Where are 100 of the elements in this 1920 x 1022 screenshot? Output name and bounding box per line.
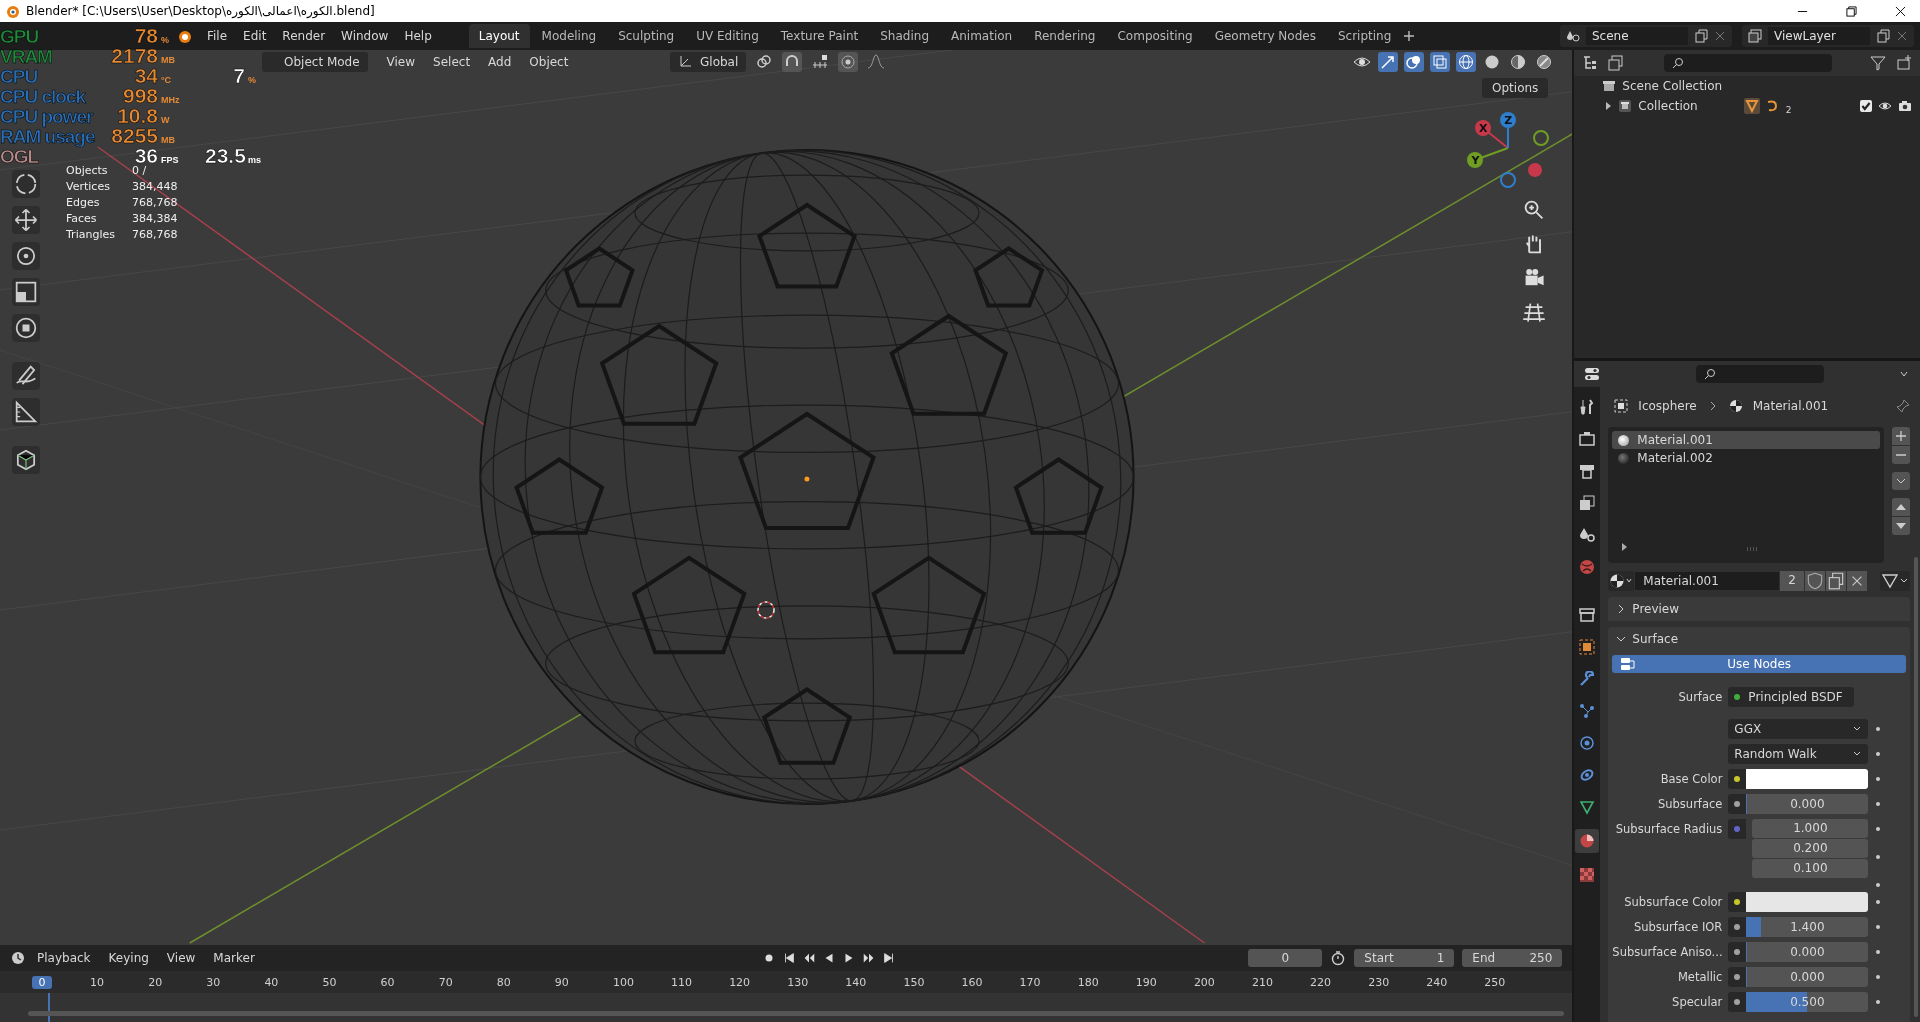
checkbox[interactable]: [1860, 100, 1872, 112]
jump-end-icon[interactable]: [881, 951, 896, 965]
image-stack-icon[interactable]: [1608, 55, 1625, 71]
gizmo-axis[interactable]: Z: [1500, 112, 1517, 128]
add-icon[interactable]: [1892, 427, 1910, 445]
chevron-down-icon[interactable]: [1892, 472, 1910, 490]
menu-item[interactable]: Add: [481, 52, 519, 72]
rotate-icon[interactable]: [12, 242, 40, 270]
scrollbar[interactable]: [1914, 557, 1918, 1017]
pin-icon[interactable]: [1896, 399, 1910, 413]
outliner-item[interactable]: Collection: [1638, 99, 1698, 113]
gizmo-toggle-icon[interactable]: [1378, 52, 1399, 72]
menu-item[interactable]: View: [379, 52, 423, 72]
xray-toggle-icon[interactable]: [1430, 52, 1451, 72]
socket-button[interactable]: [1728, 992, 1747, 1012]
menu-item[interactable]: View: [159, 948, 203, 968]
scrollbar[interactable]: [28, 1011, 1565, 1016]
copy-icon[interactable]: [1826, 571, 1846, 591]
workspace-tab[interactable]: Shading: [870, 24, 939, 48]
minus-icon[interactable]: [1892, 446, 1910, 464]
menu-item[interactable]: Edit: [236, 26, 274, 46]
frame-number[interactable]: 0: [32, 975, 52, 989]
mode-dropdown[interactable]: Object Mode: [262, 52, 368, 72]
socket-button[interactable]: [1728, 942, 1747, 962]
socket-button[interactable]: [1728, 917, 1747, 937]
menu-item[interactable]: Select: [426, 52, 478, 72]
select-circle-icon[interactable]: [12, 170, 40, 198]
user-count[interactable]: 2: [1780, 571, 1804, 591]
move-up-icon[interactable]: [1892, 498, 1910, 516]
keyframe-dot[interactable]: [1876, 975, 1881, 979]
menu-item[interactable]: Object: [522, 52, 576, 72]
keyframe-dot[interactable]: [1876, 855, 1881, 859]
filter-icon[interactable]: [1870, 55, 1886, 71]
keyframe-dot[interactable]: [1876, 950, 1881, 954]
collapsed-arrow-icon[interactable]: [1604, 102, 1613, 110]
menu-item[interactable]: Marker: [206, 948, 262, 968]
move-icon[interactable]: [12, 206, 40, 234]
proportional-icon[interactable]: [838, 52, 858, 72]
cursor-marker[interactable]: [757, 601, 775, 619]
shader-field[interactable]: Principled BSDF: [1728, 687, 1855, 707]
keyframe-dot[interactable]: [1876, 900, 1881, 904]
clock-icon[interactable]: [10, 950, 26, 966]
keyframe-dot[interactable]: [1876, 727, 1881, 731]
number-slider[interactable]: 0.000: [1746, 967, 1869, 987]
number-field[interactable]: 1.000: [1752, 819, 1869, 838]
end-frame-field[interactable]: End 250: [1462, 949, 1563, 967]
workspace-tab[interactable]: Texture Paint: [770, 24, 869, 48]
socket-button[interactable]: [1728, 794, 1747, 814]
menu-item[interactable]: Render: [275, 26, 333, 46]
menu-item[interactable]: File: [200, 26, 235, 46]
number-slider[interactable]: 0.000: [1746, 942, 1869, 962]
pencil-icon[interactable]: [12, 362, 40, 390]
menu-item[interactable]: Window: [334, 26, 396, 46]
scale-icon[interactable]: [12, 278, 40, 306]
square-icon[interactable]: [1577, 637, 1598, 657]
outliner-item[interactable]: Scene Collection: [1622, 79, 1723, 93]
gizmo-axis[interactable]: Y: [1467, 152, 1484, 168]
gizmo-axis-end[interactable]: [1500, 172, 1517, 188]
search-field[interactable]: [1696, 365, 1825, 383]
number-field[interactable]: 0.100: [1752, 859, 1869, 878]
ruler-icon[interactable]: [12, 398, 40, 426]
keyframe-dot[interactable]: [1876, 752, 1881, 756]
gizmo-axis-end[interactable]: [1533, 130, 1550, 146]
dropdown-field[interactable]: Random Walk: [1728, 744, 1869, 764]
mesh-triangle-icon[interactable]: [1743, 98, 1760, 114]
magnet-icon[interactable]: [782, 52, 802, 72]
restore-icon[interactable]: [1846, 5, 1857, 17]
blender-logo-icon[interactable]: [176, 28, 192, 44]
move-down-icon[interactable]: [1892, 517, 1910, 535]
material-slot[interactable]: Material.001: [1612, 431, 1880, 449]
stopwatch-icon[interactable]: [1330, 950, 1347, 966]
workspace-tab[interactable]: Rendering: [1024, 24, 1106, 48]
workspace-tab[interactable]: Animation: [941, 24, 1023, 48]
overlay-toggle-icon[interactable]: [1404, 52, 1425, 72]
camera-icon[interactable]: [1898, 99, 1912, 113]
menu-item[interactable]: Playback: [30, 948, 98, 968]
view-layer-selector[interactable]: ViewLayer: [1742, 25, 1914, 47]
hook-icon[interactable]: [1765, 99, 1780, 113]
tree-view-icon[interactable]: [1582, 55, 1599, 71]
next-keyframe-icon[interactable]: [861, 951, 876, 965]
color-swatch[interactable]: [1746, 769, 1869, 789]
copy-icon[interactable]: [1694, 29, 1708, 43]
keyframe-dot[interactable]: [1876, 883, 1881, 887]
add-icon[interactable]: [1403, 30, 1416, 42]
menu-item[interactable]: Keying: [101, 948, 156, 968]
workspace-tab[interactable]: Layout: [468, 24, 530, 48]
number-slider[interactable]: 1.400: [1746, 917, 1869, 937]
workspace-tab[interactable]: Compositing: [1107, 24, 1203, 48]
panel-header[interactable]: Surface: [1608, 627, 1910, 651]
panel-header[interactable]: Preview: [1608, 597, 1910, 621]
box-icon[interactable]: [1577, 605, 1598, 625]
workspace-tab[interactable]: Geometry Nodes: [1204, 24, 1326, 48]
close-icon[interactable]: [1895, 5, 1906, 17]
keyframe-dot[interactable]: [1876, 777, 1881, 781]
camera-back-icon[interactable]: [1577, 429, 1598, 449]
dropdown-field[interactable]: GGX: [1728, 719, 1869, 739]
use-nodes-button[interactable]: Use Nodes: [1612, 655, 1906, 673]
menu-item[interactable]: Help: [397, 26, 439, 46]
eye-icon[interactable]: [1878, 99, 1892, 113]
copy-icon[interactable]: [1876, 29, 1890, 43]
